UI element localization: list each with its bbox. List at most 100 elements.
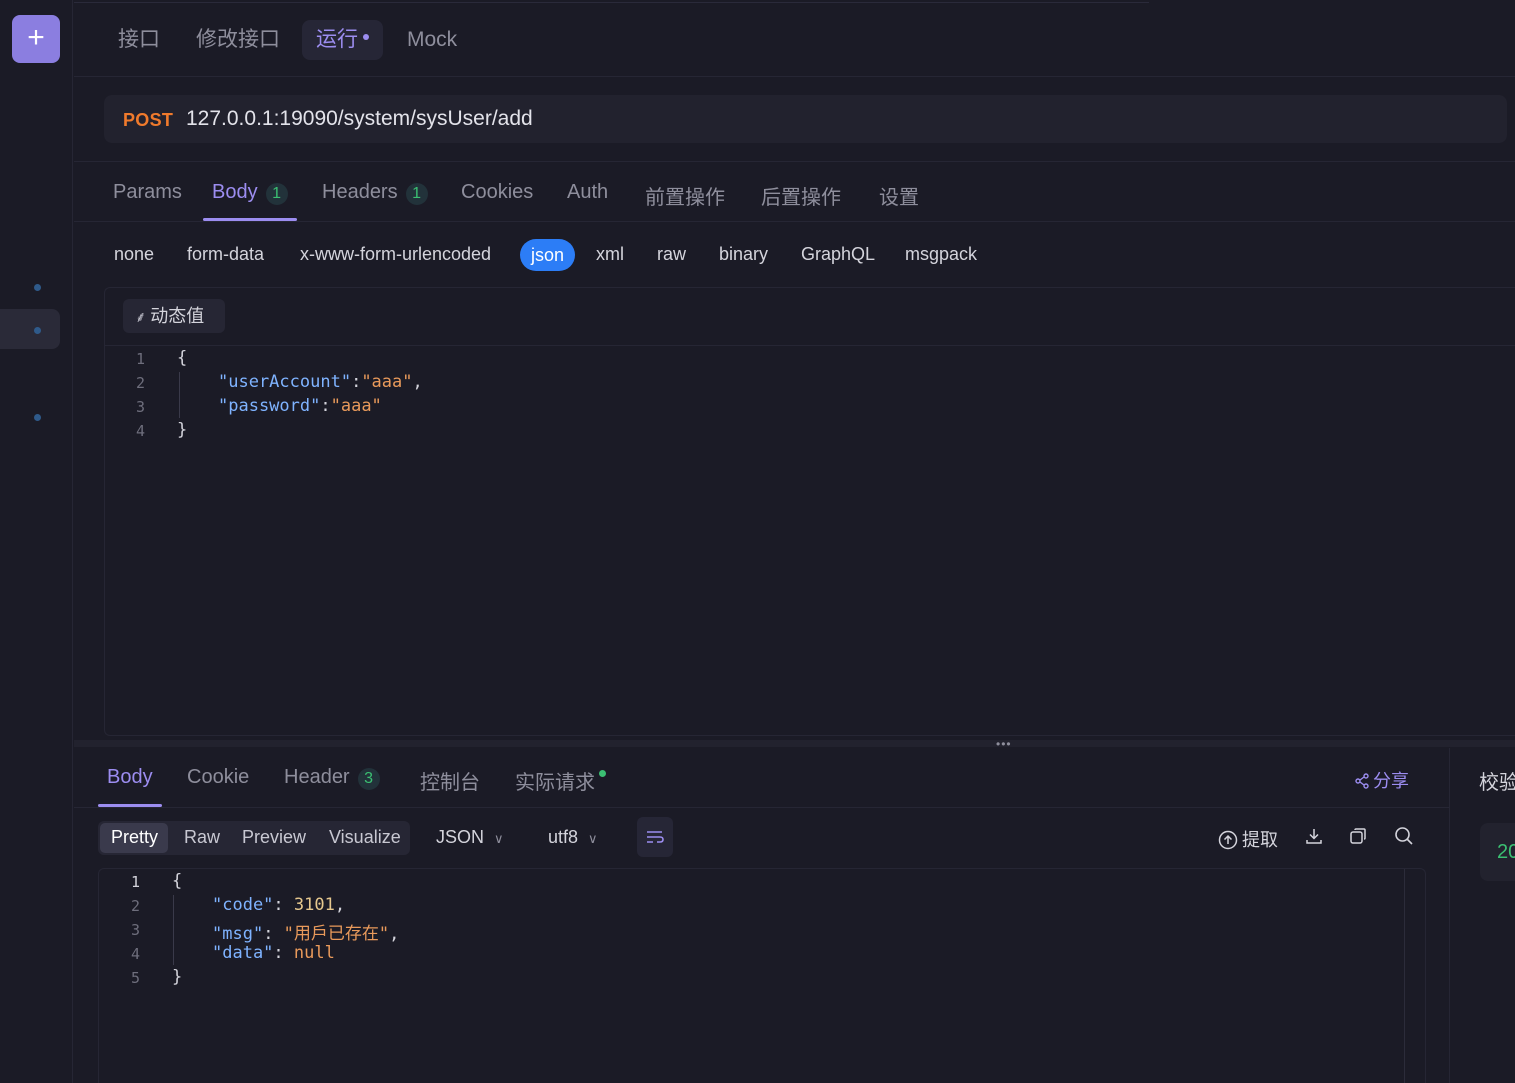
- tab-post-operations[interactable]: 后置操作: [761, 181, 841, 210]
- rail-item-dot[interactable]: [34, 284, 41, 291]
- extract-button[interactable]: 提取: [1218, 826, 1278, 852]
- response-tab-header[interactable]: Header 3: [284, 766, 380, 790]
- code-string: "aaa": [361, 372, 413, 392]
- top-border: [74, 2, 1149, 3]
- response-tab-actual-request[interactable]: 实际请求: [515, 766, 606, 795]
- divider: [74, 161, 1515, 162]
- rail-item-dot[interactable]: [34, 414, 41, 421]
- share-button[interactable]: 分享: [1354, 767, 1409, 793]
- view-visualize[interactable]: Visualize: [329, 827, 401, 848]
- line-number: 1: [135, 350, 145, 368]
- code-line: "code": 3101,: [212, 895, 346, 915]
- rail-item-dot[interactable]: [34, 327, 41, 334]
- search-button[interactable]: [1394, 826, 1414, 851]
- code-token: }: [177, 420, 188, 440]
- code-token: }: [172, 967, 183, 987]
- drag-grip-icon[interactable]: •••: [996, 738, 1012, 750]
- divider: [74, 807, 1449, 808]
- code-line: {: [172, 871, 182, 891]
- tab-pre-operations[interactable]: 前置操作: [645, 181, 725, 210]
- header-count-badge: 3: [357, 768, 380, 790]
- line-number: 1: [130, 873, 140, 891]
- tab-cookies[interactable]: Cookies: [461, 181, 533, 204]
- divider: [74, 221, 1515, 222]
- encoding-value: utf8: [548, 827, 579, 847]
- code-key: "password": [218, 396, 321, 416]
- scrollbar[interactable]: [1404, 869, 1405, 1083]
- tab-run[interactable]: 运行: [302, 20, 383, 60]
- status-dot: [599, 770, 606, 777]
- code-string: "aaa": [330, 396, 382, 416]
- add-button[interactable]: +: [12, 15, 60, 63]
- view-raw[interactable]: Raw: [184, 827, 220, 848]
- code-line: "msg": "用戶已存在",: [212, 924, 400, 944]
- tab-label: Header: [284, 766, 350, 788]
- method-select[interactable]: POST: [123, 110, 173, 131]
- tab-mock[interactable]: Mock: [393, 20, 471, 60]
- body-type-raw[interactable]: raw: [657, 244, 686, 265]
- code-string: "用戶已存在": [283, 924, 390, 944]
- rail-active-item[interactable]: [0, 309, 60, 349]
- response-tab-body[interactable]: Body: [107, 766, 153, 789]
- tab-auth[interactable]: Auth: [567, 181, 608, 204]
- body-type-json[interactable]: json: [520, 239, 576, 271]
- line-number: 2: [135, 374, 145, 392]
- download-button[interactable]: [1304, 826, 1324, 851]
- chevron-down-icon: ∨: [494, 831, 504, 846]
- wrap-icon: [647, 831, 664, 843]
- left-rail: [0, 0, 73, 1083]
- code-line: "userAccount":"aaa",: [218, 372, 423, 392]
- share-label: 分享: [1373, 771, 1409, 791]
- right-panel: [1449, 748, 1515, 1083]
- line-number: 3: [130, 921, 140, 939]
- body-count-badge: 1: [265, 183, 288, 205]
- wrap-lines-button[interactable]: [637, 817, 673, 857]
- validation-title: 校验: [1479, 772, 1515, 794]
- body-type-graphql[interactable]: GraphQL: [801, 244, 875, 265]
- chevron-down-icon: ∨: [588, 831, 598, 846]
- code-line: }: [172, 967, 182, 987]
- tab-label: Body: [212, 181, 258, 203]
- format-dropdown[interactable]: JSON ∨: [436, 827, 504, 848]
- tab-settings[interactable]: 设置: [879, 181, 919, 210]
- body-type-xml[interactable]: xml: [596, 244, 624, 265]
- request-body-editor[interactable]: [104, 287, 1515, 736]
- tab-label: Headers: [322, 181, 398, 203]
- indent-guide: [179, 372, 180, 418]
- tab-body[interactable]: Body 1: [212, 181, 288, 205]
- response-tab-console[interactable]: 控制台: [420, 766, 480, 795]
- code-key: "msg": [212, 924, 264, 944]
- magic-wand-icon: ⸙: [135, 309, 147, 326]
- dynamic-value-button[interactable]: ⸙ 动态值: [123, 299, 225, 333]
- body-type-msgpack[interactable]: msgpack: [905, 244, 977, 265]
- body-type-binary[interactable]: binary: [719, 244, 768, 265]
- line-number: 5: [130, 969, 140, 987]
- url-bar[interactable]: POST 127.0.0.1:19090/system/sysUser/add: [104, 95, 1507, 143]
- tab-label: 实际请求: [515, 772, 595, 794]
- status-code: 20: [1497, 841, 1515, 863]
- tab-params[interactable]: Params: [113, 181, 182, 204]
- body-type-urlencoded[interactable]: x-www-form-urlencoded: [300, 244, 491, 265]
- copy-icon: [1350, 828, 1366, 844]
- tab-edit-interface[interactable]: 修改接口: [182, 20, 294, 60]
- response-tab-cookie[interactable]: Cookie: [187, 766, 249, 789]
- body-type-form-data[interactable]: form-data: [187, 244, 264, 265]
- body-type-none[interactable]: none: [114, 244, 154, 265]
- code-number: 3101: [293, 895, 335, 915]
- code-token: {: [172, 871, 183, 891]
- copy-button[interactable]: [1348, 826, 1368, 851]
- encoding-dropdown[interactable]: utf8 ∨: [548, 827, 598, 848]
- view-pretty[interactable]: Pretty: [111, 827, 158, 848]
- tab-label: 修改接口: [196, 28, 280, 51]
- tab-interface[interactable]: 接口: [104, 20, 174, 60]
- view-preview[interactable]: Preview: [242, 827, 306, 848]
- tab-headers[interactable]: Headers 1: [322, 181, 428, 205]
- split-handle[interactable]: [74, 740, 1515, 747]
- search-icon: [1395, 827, 1413, 845]
- line-number: 4: [130, 945, 140, 963]
- line-number: 4: [135, 422, 145, 440]
- extract-label: 提取: [1242, 830, 1278, 850]
- url-input[interactable]: 127.0.0.1:19090/system/sysUser/add: [186, 107, 533, 131]
- tab-label: Mock: [407, 28, 458, 51]
- code-line: "data": null: [212, 943, 335, 963]
